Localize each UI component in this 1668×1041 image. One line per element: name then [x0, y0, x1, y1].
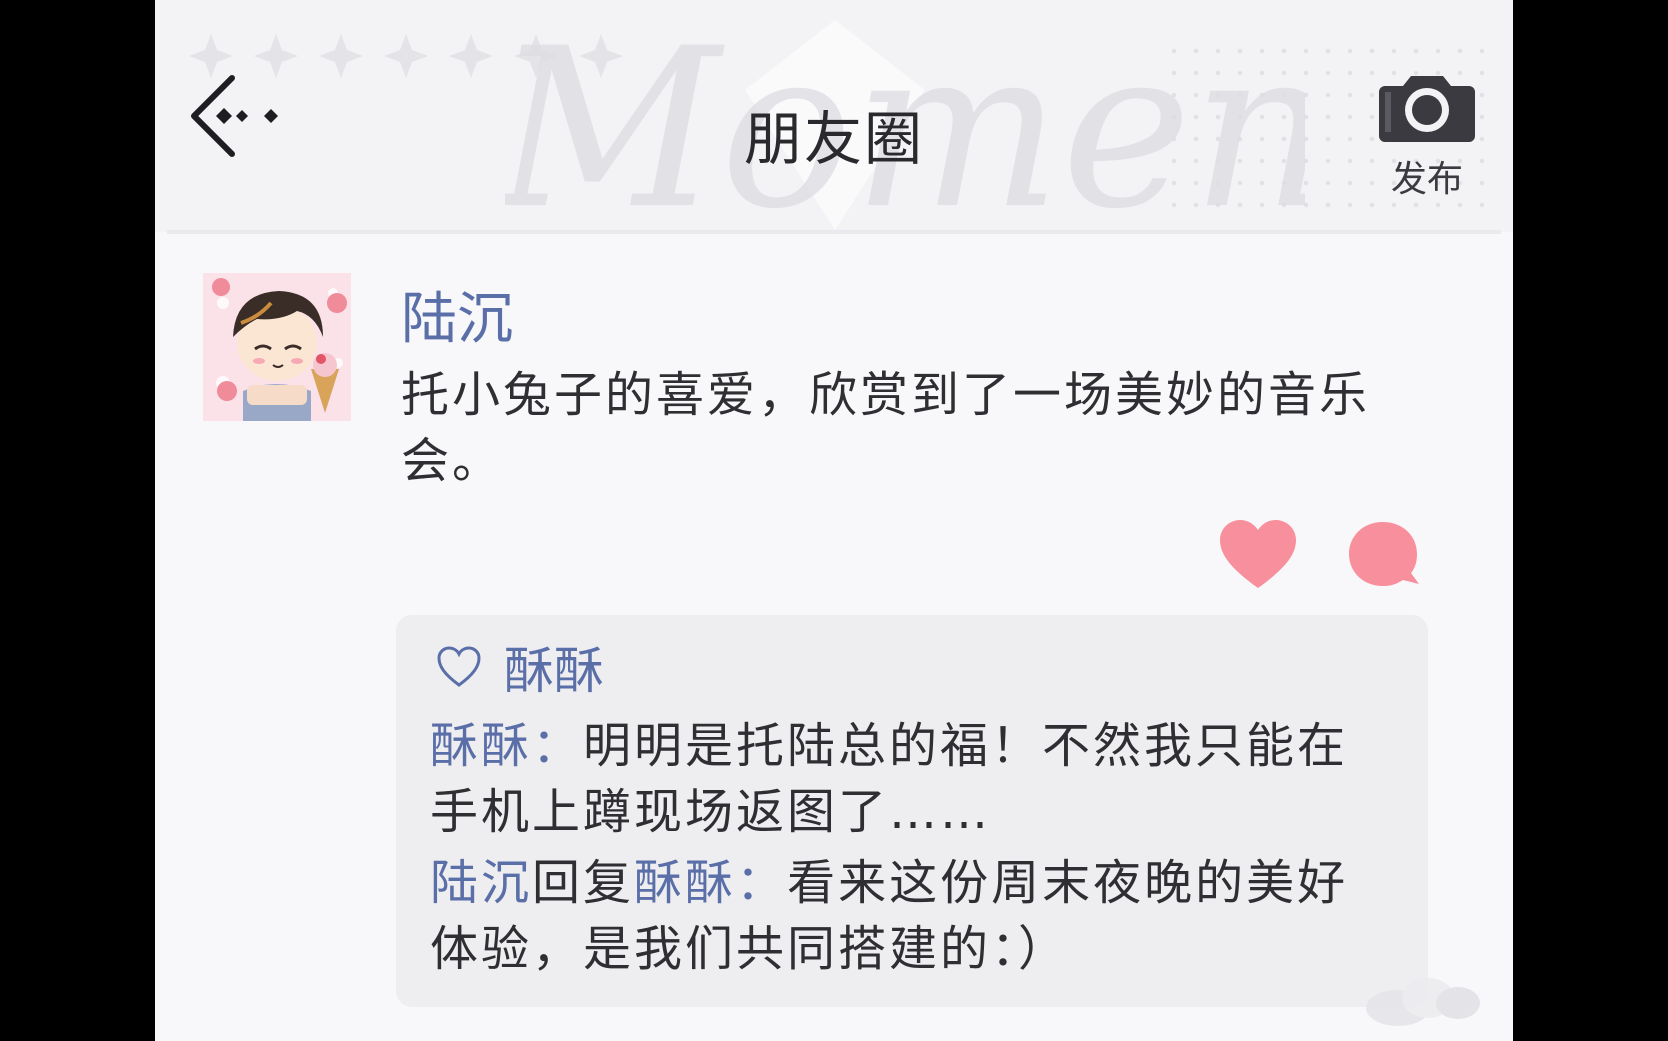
comment-item[interactable]: 陆沉回复酥酥：看来这份周末夜晚的美好体验，是我们共同搭建的：）: [430, 850, 1390, 982]
header-divider: [167, 230, 1501, 234]
comment-separator: ：: [532, 718, 584, 774]
comment-bubble-icon: [1349, 522, 1419, 586]
moments-screen: Moments 朋友圈 发布: [155, 0, 1513, 1041]
chibi-avatar-image: [203, 273, 351, 421]
post-text: 托小兔子的喜爱，欣赏到了一场美妙的音乐会。: [401, 367, 1371, 489]
likes-row: 酥酥: [436, 637, 604, 700]
like-button[interactable]: [1218, 518, 1298, 592]
comment-item[interactable]: 酥酥：明明是托陆总的福！不然我只能在手机上蹲现场返图了……: [430, 713, 1390, 845]
moments-watermark: Moments: [505, 1, 1305, 232]
cloud-decoration: [1366, 978, 1480, 1026]
camera-icon: [1379, 76, 1475, 142]
reply-target[interactable]: 酥酥: [634, 855, 736, 911]
publish-label: 发布: [1390, 159, 1463, 200]
back-button[interactable]: [188, 72, 298, 168]
post-author[interactable]: 陆沉: [401, 274, 513, 355]
avatar[interactable]: [203, 273, 351, 421]
comment-button[interactable]: [1343, 518, 1423, 592]
header: Moments 朋友圈 发布: [155, 0, 1513, 232]
publish-button[interactable]: 发布: [1377, 72, 1477, 202]
svg-text:Moments: Moments: [505, 1, 1305, 232]
comment-section: 酥酥 酥酥：明明是托陆总的福！不然我只能在手机上蹲现场返图了…… 陆沉回复酥酥：…: [396, 615, 1428, 1007]
liker-name[interactable]: 酥酥: [504, 631, 604, 703]
comment-separator: ：: [736, 855, 788, 911]
heart-icon: [1220, 520, 1296, 588]
comment-author[interactable]: 酥酥: [430, 718, 532, 774]
reply-word: 回复: [532, 855, 635, 911]
comment-author[interactable]: 陆沉: [430, 855, 532, 911]
back-arrow-icon: [191, 75, 278, 157]
outline-heart-icon: [437, 646, 481, 687]
